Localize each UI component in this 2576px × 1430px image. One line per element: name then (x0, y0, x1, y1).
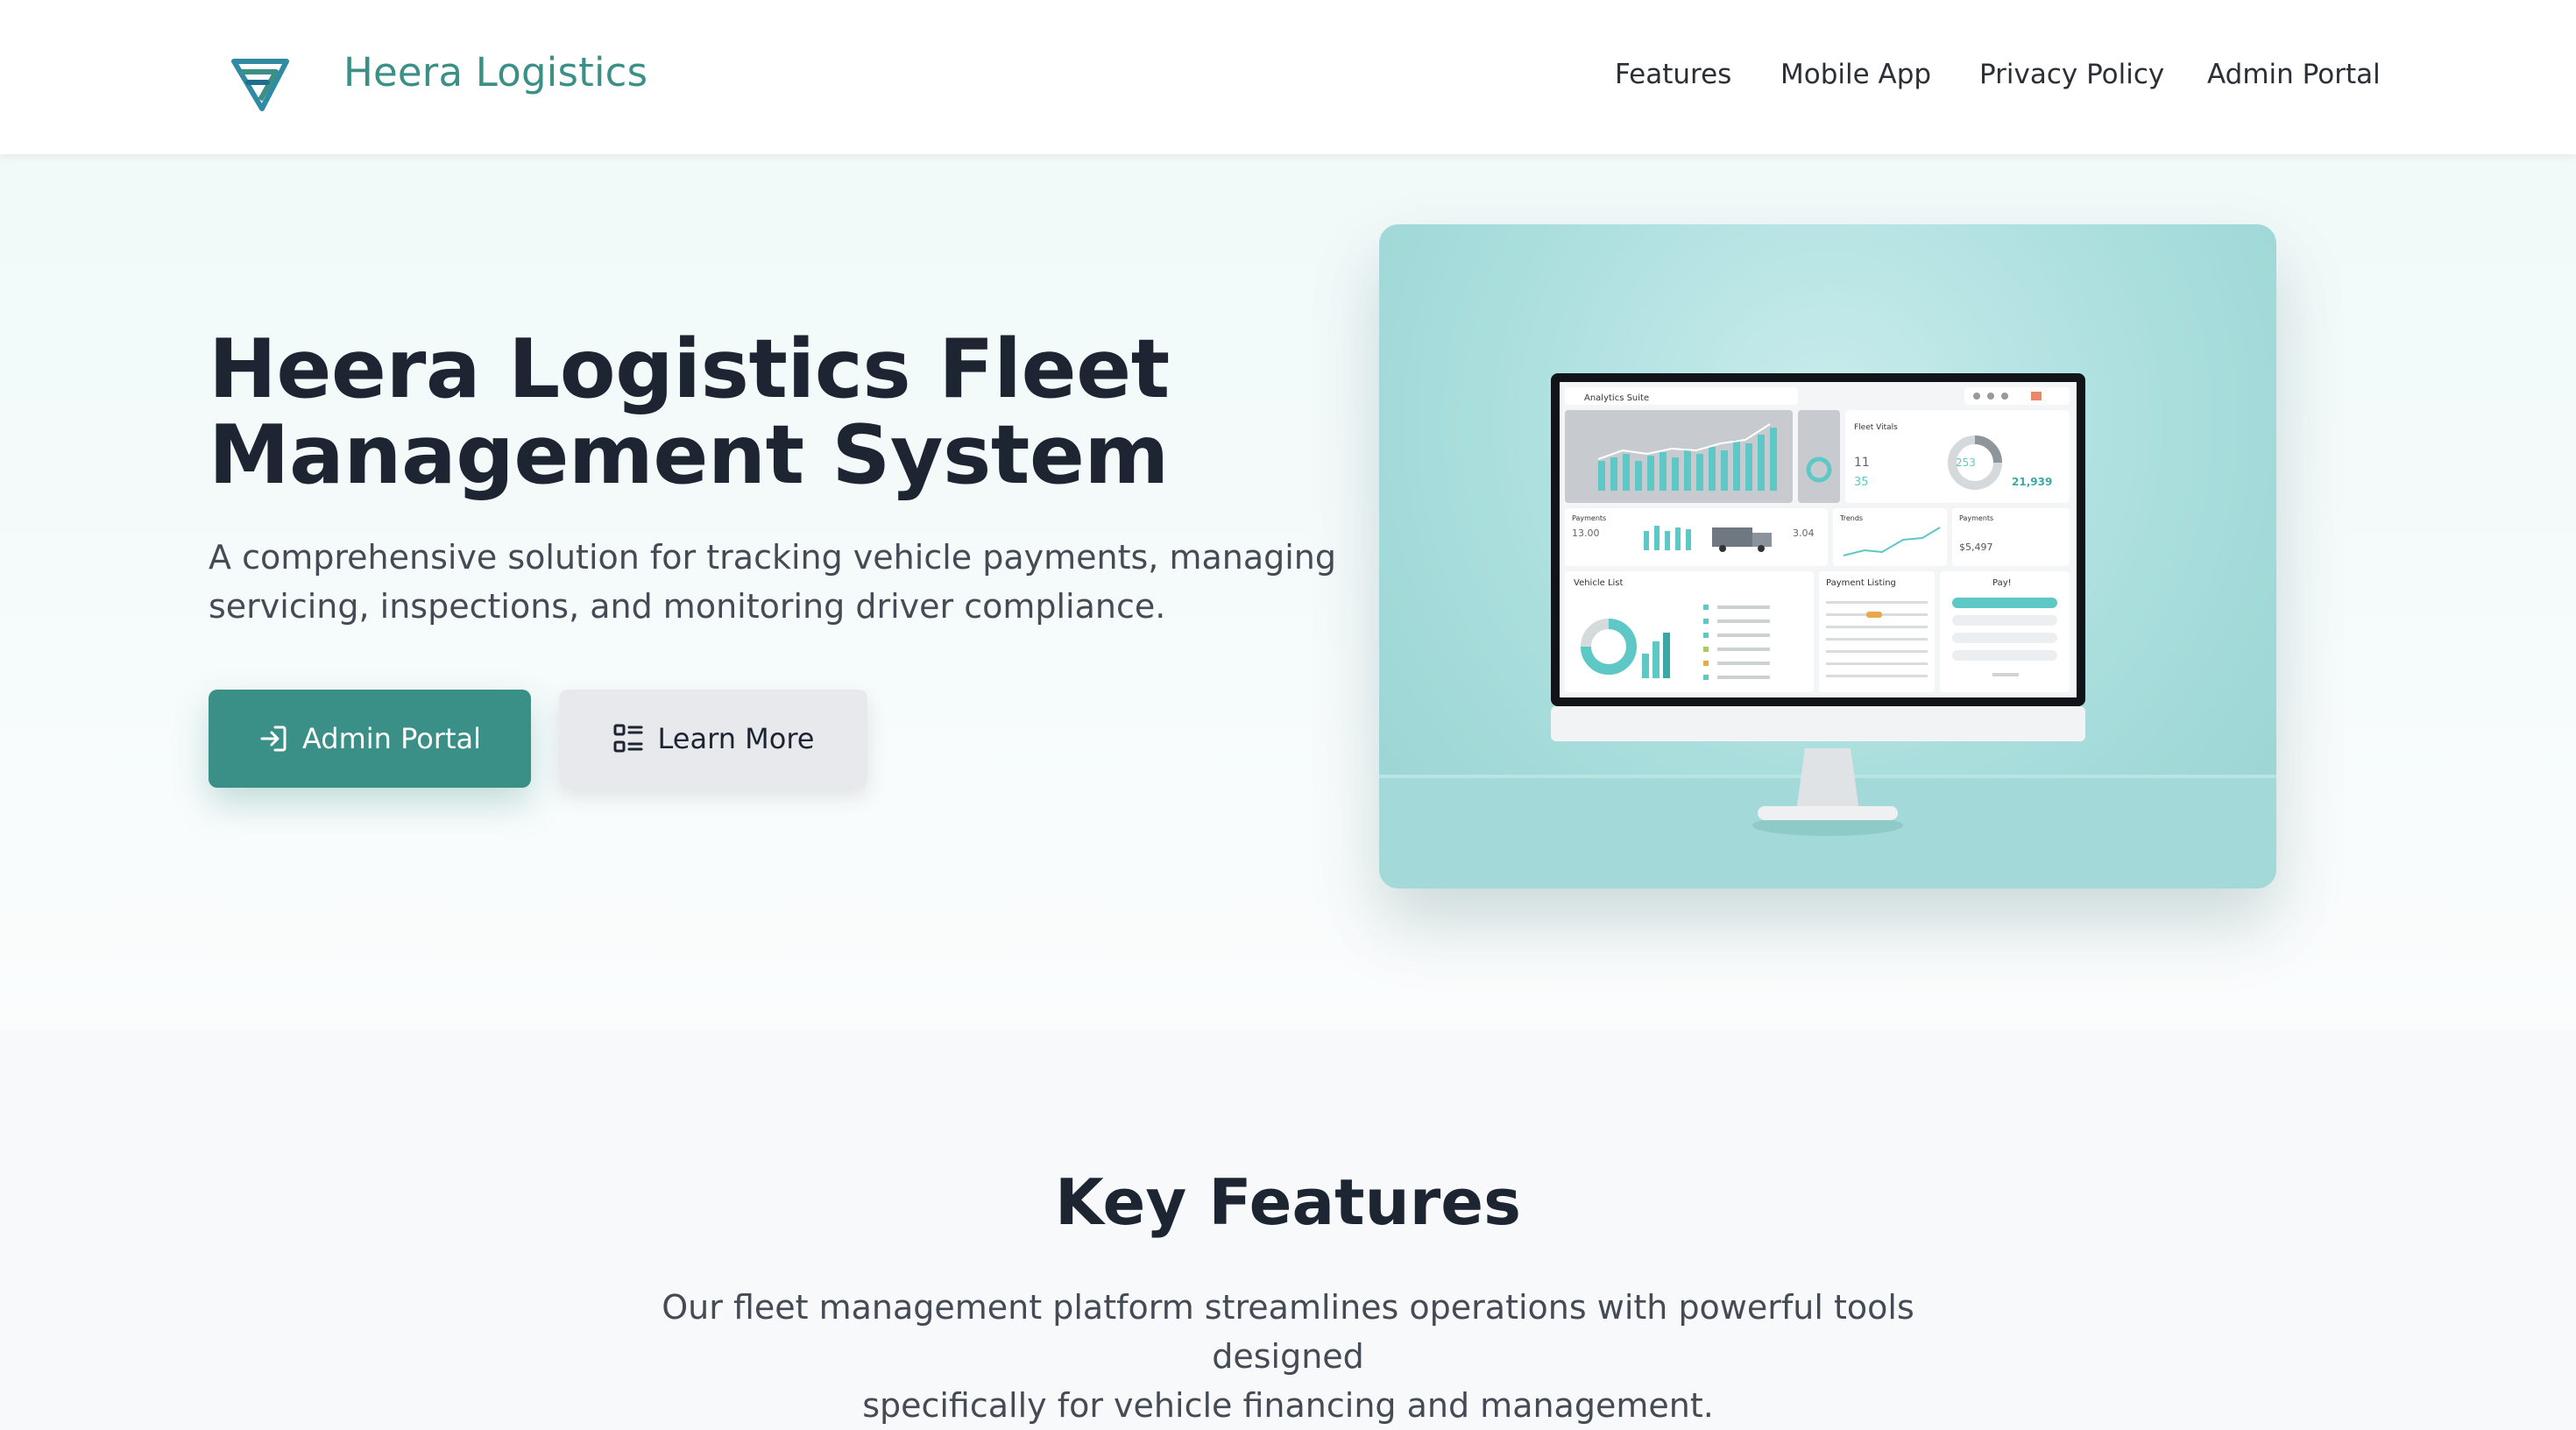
features-section: Key Features Our fleet management platfo… (0, 1029, 2576, 1425)
screen-row2-c-v1: $5,497 (1959, 542, 1993, 553)
features-title: Key Features (1055, 1165, 1521, 1239)
list-icon (612, 723, 644, 754)
nav-features[interactable]: Features (1615, 59, 1731, 90)
hero-title-line-2: Management System (209, 407, 1169, 502)
login-icon (258, 724, 288, 754)
nav-privacy-policy[interactable]: Privacy Policy (1979, 59, 2164, 90)
admin-portal-button-label: Admin Portal (301, 722, 482, 755)
screen-card-a-v3: 21,939 (2012, 476, 2052, 488)
features-subtitle: Our fleet management platform streamline… (587, 1283, 1989, 1430)
screen-topbar-label: Analytics Suite (1584, 393, 1649, 403)
chevron-diamond-logo-icon[interactable] (230, 54, 290, 112)
learn-more-button[interactable]: Learn More (559, 690, 867, 788)
screen-pay-title: Pay! (1992, 578, 2012, 588)
screen-row2-a-title: Payments (1572, 514, 1606, 522)
screen-card-a-v2: 35 (1854, 476, 1869, 489)
screen-vehicle-list-title: Vehicle List (1574, 578, 1624, 588)
features-subtitle-line-2: specifically for vehicle financing and m… (862, 1386, 1714, 1425)
features-subtitle-line-1: Our fleet management platform streamline… (662, 1288, 1914, 1376)
dashboard-monitor-illustration: Analytics Suite Fleet Vitals 11 35 253 2… (1379, 224, 2276, 888)
learn-more-button-label: Learn More (657, 722, 815, 755)
site-header: Heera Logistics Features Mobile App Priv… (0, 0, 2576, 154)
screen-row2-c-title: Payments (1959, 514, 1993, 522)
screen-card-a-gauge: 253 (1956, 457, 1976, 469)
screen-card-a-title: Fleet Vitals (1854, 423, 1898, 432)
screen-row2-b-title: Trends (1839, 514, 1863, 522)
screen-payment-title: Payment Listing (1826, 578, 1896, 588)
screen-row2-a-v2: 3.04 (1793, 527, 1815, 539)
hero-title: Heera Logistics Fleet Management System (209, 326, 1348, 498)
brand-name[interactable]: Heera Logistics (343, 49, 648, 96)
screen-row2-a-v1: 13.00 (1572, 527, 1600, 539)
admin-portal-button[interactable]: Admin Portal (209, 690, 531, 788)
nav-admin-portal[interactable]: Admin Portal (2207, 59, 2381, 90)
hero-subtitle: A comprehensive solution for tracking ve… (209, 538, 1337, 626)
hero-title-line-1: Heera Logistics Fleet (209, 322, 1170, 416)
hero-section: Heera Logistics Fleet Management System … (0, 154, 2576, 1029)
nav-mobile-app[interactable]: Mobile App (1780, 59, 1931, 90)
screen-card-a-v1: 11 (1854, 456, 1870, 470)
